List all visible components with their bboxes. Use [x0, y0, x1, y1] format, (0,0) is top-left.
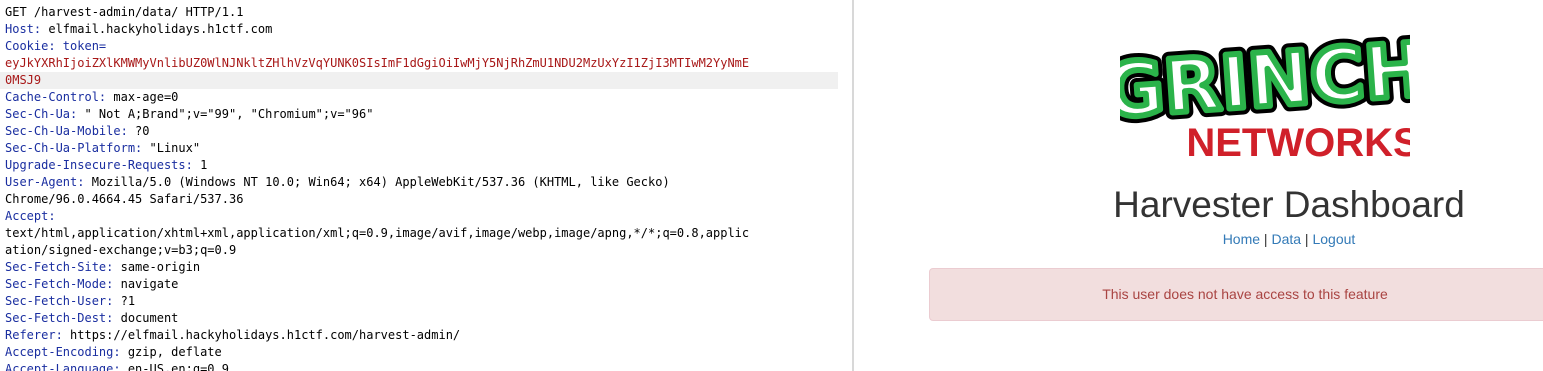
cookie-token-line-cont: 0MSJ9	[0, 72, 838, 89]
nav-logout-link[interactable]: Logout	[1312, 231, 1355, 247]
header-key: Accept-Encoding:	[5, 345, 121, 359]
header-key: Accept-Language:	[5, 362, 121, 371]
header-sec-fetch-user: Sec-Fetch-User: ?1	[0, 293, 852, 310]
header-sec-fetch-dest: Sec-Fetch-Dest: document	[0, 310, 852, 327]
header-value: elfmail.hackyholidays.h1ctf.com	[41, 22, 273, 36]
header-value: ation/signed-exchange;v=b3;q=0.9	[5, 243, 237, 257]
header-value: same-origin	[113, 260, 201, 274]
nav-separator: |	[1260, 231, 1272, 247]
header-key: Upgrade-Insecure-Requests:	[5, 158, 193, 172]
header-cache-control: Cache-Control: max-age=0	[0, 89, 852, 106]
nav-home-link[interactable]: Home	[1223, 231, 1260, 247]
logo-word-grinch: GRINCH	[1120, 27, 1410, 135]
header-key: Sec-Fetch-Site:	[5, 260, 114, 274]
header-key: Sec-Ch-Ua-Platform:	[5, 141, 143, 155]
header-value: "Linux"	[142, 141, 201, 155]
request-line: GET /harvest-admin/data/ HTTP/1.1	[0, 4, 852, 21]
cookie-token-line: eyJkYXRhIjoiZXlKMWMyVnlibUZ0WlNJNkltZHlh…	[0, 55, 852, 72]
header-value: ?0	[127, 124, 150, 138]
header-key: Sec-Fetch-Dest:	[5, 311, 114, 325]
header-value: en-US,en;q=0.9	[120, 362, 229, 371]
grinch-networks-logo: GRINCH GRINCH NETWORKS	[1120, 20, 1410, 164]
nav-data-link[interactable]: Data	[1271, 231, 1301, 247]
http-request-editor[interactable]: GET /harvest-admin/data/ HTTP/1.1 Host: …	[0, 0, 852, 371]
header-accept-encoding: Accept-Encoding: gzip, deflate	[0, 344, 852, 361]
header-user-agent: User-Agent: Mozilla/5.0 (Windows NT 10.0…	[0, 174, 852, 191]
request-line-text: GET /harvest-admin/data/ HTTP/1.1	[5, 5, 244, 19]
header-key: Cache-Control:	[5, 90, 107, 104]
header-sec-ch-ua-mobile: Sec-Ch-Ua-Mobile: ?0	[0, 123, 852, 140]
header-key: Referer:	[5, 328, 63, 342]
header-sec-ch-ua-platform: Sec-Ch-Ua-Platform: "Linux"	[0, 140, 852, 157]
header-accept: Accept:	[0, 208, 852, 225]
request-text[interactable]: GET /harvest-admin/data/ HTTP/1.1 Host: …	[0, 4, 852, 371]
header-value: navigate	[113, 277, 179, 291]
header-key: Sec-Fetch-Mode:	[5, 277, 114, 291]
cookie-name: token=	[55, 39, 107, 53]
header-value: Mozilla/5.0 (Windows NT 10.0; Win64; x64…	[84, 175, 670, 189]
header-upgrade-insecure-requests: Upgrade-Insecure-Requests: 1	[0, 157, 852, 174]
header-sec-fetch-mode: Sec-Fetch-Mode: navigate	[0, 276, 852, 293]
header-accept-value-cont: ation/signed-exchange;v=b3;q=0.9	[0, 242, 852, 259]
header-sec-ch-ua: Sec-Ch-Ua: " Not A;Brand";v="99", "Chrom…	[0, 106, 852, 123]
page-title: Harvester Dashboard	[1113, 184, 1465, 225]
header-key: Host:	[5, 22, 42, 36]
header-accept-value: text/html,application/xhtml+xml,applicat…	[0, 225, 852, 242]
header-value: gzip, deflate	[120, 345, 222, 359]
header-value: max-age=0	[106, 90, 179, 104]
header-key: Sec-Ch-Ua-Mobile:	[5, 124, 128, 138]
response-render-pane: GRINCH GRINCH NETWORKS Harvester Dashboa…	[854, 0, 1543, 371]
header-cookie: Cookie: token=	[0, 38, 852, 55]
cookie-token-value: 0MSJ9	[5, 73, 42, 87]
access-denied-alert: This user does not have access to this f…	[929, 268, 1543, 321]
header-key: User-Agent:	[5, 175, 85, 189]
header-value: Chrome/96.0.4664.45 Safari/537.36	[5, 192, 244, 206]
header-host: Host: elfmail.hackyholidays.h1ctf.com	[0, 21, 852, 38]
header-value: ?1	[113, 294, 136, 308]
header-value: https://elfmail.hackyholidays.h1ctf.com/…	[62, 328, 461, 342]
header-key: Accept:	[5, 209, 56, 223]
header-key: Sec-Ch-Ua:	[5, 107, 78, 121]
alert-message: This user does not have access to this f…	[1102, 286, 1388, 302]
nav-separator: |	[1301, 231, 1313, 247]
header-referer: Referer: https://elfmail.hackyholidays.h…	[0, 327, 852, 344]
header-sec-fetch-site: Sec-Fetch-Site: same-origin	[0, 259, 852, 276]
header-value: 1	[192, 158, 208, 172]
nav-links: Home | Data | Logout	[854, 231, 1543, 247]
header-value: " Not A;Brand";v="99", "Chromium";v="96"	[77, 107, 374, 121]
logo-word-networks: NETWORKS	[1186, 121, 1410, 164]
cookie-token-value: eyJkYXRhIjoiZXlKMWMyVnlibUZ0WlNJNkltZHlh…	[5, 56, 750, 70]
header-user-agent-cont: Chrome/96.0.4664.45 Safari/537.36	[0, 191, 852, 208]
header-value: text/html,application/xhtml+xml,applicat…	[5, 226, 750, 240]
header-key: Cookie:	[5, 39, 56, 53]
header-accept-language: Accept-Language: en-US,en;q=0.9	[0, 361, 852, 371]
header-value: document	[113, 311, 179, 325]
header-key: Sec-Fetch-User:	[5, 294, 114, 308]
